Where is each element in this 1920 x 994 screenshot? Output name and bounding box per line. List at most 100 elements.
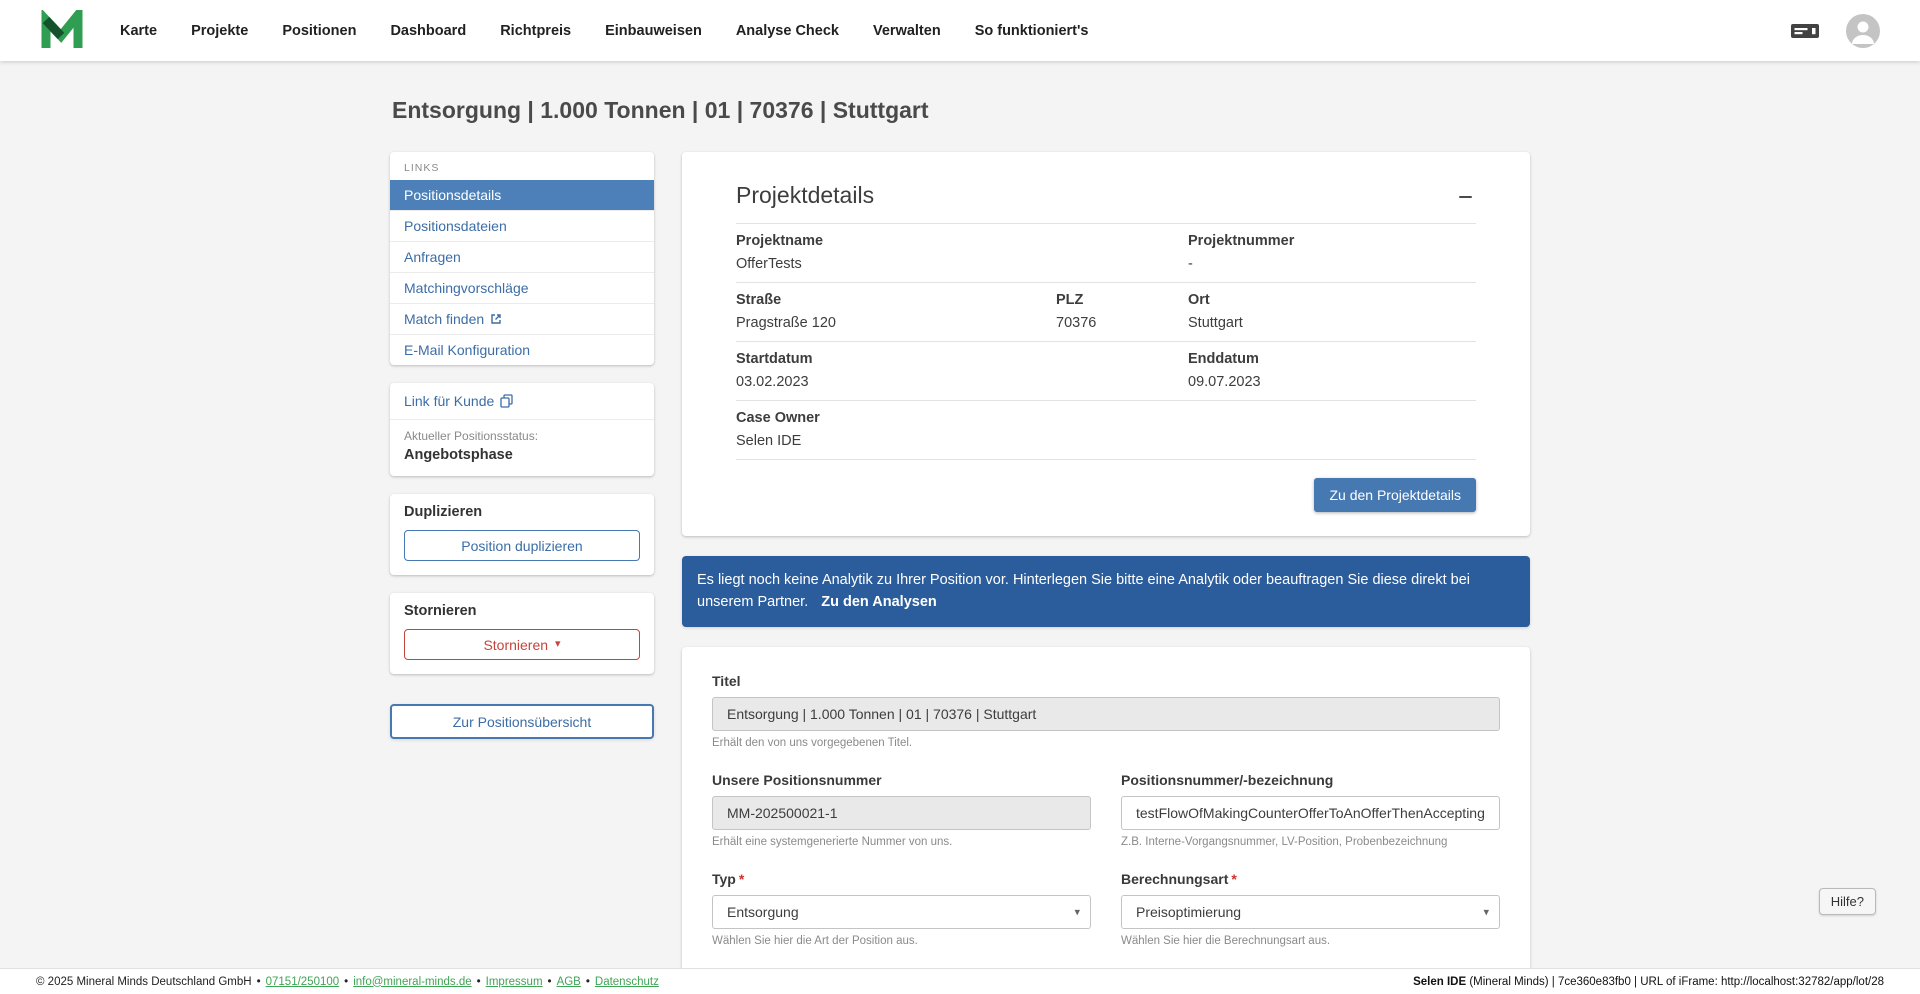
unsere-positionsnummer-label: Unsere Positionsnummer: [712, 771, 882, 788]
typ-select[interactable]: Entsorgung ▾: [712, 894, 1091, 929]
field-label: Startdatum: [736, 351, 813, 367]
nav-item-einbauweisen[interactable]: Einbauweisen: [605, 23, 702, 39]
duplicate-header: Duplizieren: [404, 504, 483, 520]
field-projektname: Projektname OfferTests: [736, 232, 1188, 273]
project-row: Case Owner Selen IDE: [736, 401, 1476, 460]
position-status: Aktueller Positionsstatus: Angebotsphase: [390, 420, 654, 476]
berechnungsart-helper: Wählen Sie hier die Berechnungsart aus.: [1121, 934, 1331, 947]
footer-link-phone[interactable]: 07151/250100: [266, 976, 340, 988]
titel-field: Titel Erhält den von uns vorgegebenen Ti…: [712, 673, 1500, 749]
nav-item-richtpreis[interactable]: Richtpreis: [500, 23, 571, 39]
required-asterisk: *: [1231, 870, 1237, 887]
main-navigation: Karte Projekte Positionen Dashboard Rich…: [120, 23, 1089, 39]
sidebar-item-anfragen[interactable]: Anfragen: [390, 241, 654, 272]
app-logo[interactable]: [40, 9, 84, 52]
position-overview-button[interactable]: Zur Positionsübersicht: [390, 704, 654, 739]
field-label: Projektnummer: [1188, 233, 1295, 249]
titel-label: Titel: [712, 672, 741, 689]
session-info: Selen IDE (Mineral Minds) | 7ce360e83fb0…: [1413, 976, 1884, 988]
session-user: Selen IDE: [1413, 975, 1467, 988]
unsere-positionsnummer-field: Unsere Positionsnummer Erhält eine syste…: [712, 772, 1091, 848]
external-link-icon: [491, 314, 501, 324]
links-header: LINKS: [404, 162, 440, 174]
nav-item-so-funktionierts[interactable]: So funktioniert's: [975, 23, 1089, 39]
field-value: Stuttgart: [1188, 315, 1243, 331]
unsere-positionsnummer-input: [712, 795, 1091, 830]
field-label: Enddatum: [1188, 351, 1259, 367]
sidebar-item-email-konfiguration[interactable]: E-Mail Konfiguration: [390, 334, 654, 365]
project-details-button[interactable]: Zu den Projektdetails: [1314, 478, 1476, 512]
field-value: Selen IDE: [736, 433, 802, 449]
server-icon[interactable]: [1790, 21, 1820, 41]
analytics-info-banner: Es liegt noch keine Analytik zu Ihrer Po…: [682, 556, 1530, 627]
help-button[interactable]: Hilfe?: [1818, 888, 1876, 915]
nav-item-positionen[interactable]: Positionen: [282, 23, 356, 39]
required-asterisk: *: [738, 870, 745, 887]
separator-dot: •: [585, 975, 590, 988]
main-column: Projektdetails Projektname OfferTests Pr…: [682, 152, 1530, 968]
position-status-value: Angebotsphase: [404, 447, 513, 463]
footer-link-impressum[interactable]: Impressum: [486, 976, 543, 988]
duplicate-position-button[interactable]: Position duplizieren: [404, 530, 640, 561]
separator-dot: •: [344, 975, 349, 988]
positionsnummer-field: Positionsnummer/-bezeichnung Z.B. Intern…: [1121, 772, 1500, 848]
sidebar-item-label: Anfragen: [404, 249, 461, 265]
analyses-link[interactable]: Zu den Analysen: [821, 594, 936, 610]
collapse-icon[interactable]: [1454, 186, 1476, 208]
berechnungsart-label-text: Berechnungsart: [1121, 870, 1229, 887]
cancel-header: Stornieren: [404, 603, 477, 619]
nav-item-karte[interactable]: Karte: [120, 23, 157, 39]
typ-select-value: Entsorgung: [727, 903, 799, 920]
sidebar-item-positionsdateien[interactable]: Positionsdateien: [390, 210, 654, 241]
project-details-card: Projektdetails Projektname OfferTests Pr…: [682, 152, 1530, 536]
top-navbar: Karte Projekte Positionen Dashboard Rich…: [0, 0, 1920, 61]
field-ort: Ort Stuttgart: [1188, 291, 1476, 332]
sidebar-item-positionsdetails[interactable]: Positionsdetails: [390, 180, 654, 210]
positionsnummer-label: Positionsnummer/-bezeichnung: [1121, 771, 1334, 788]
berechnungsart-field: Berechnungsart * Preisoptimierung ▾ Wähle…: [1121, 871, 1500, 947]
separator-dot: •: [547, 975, 552, 988]
project-row: Projektname OfferTests Projektnummer -: [736, 223, 1476, 283]
position-status-label: Aktueller Positionsstatus:: [404, 429, 539, 443]
field-case-owner: Case Owner Selen IDE: [736, 409, 1188, 450]
field-value: 03.02.2023: [736, 374, 809, 390]
sidebar-item-matchingvorschlaege[interactable]: Matchingvorschläge: [390, 272, 654, 303]
banner-text: Es liegt noch keine Analytik zu Ihrer Po…: [697, 572, 1470, 611]
sidebar-item-match-finden[interactable]: Match finden: [390, 303, 654, 334]
field-value: Pragstraße 120: [736, 315, 836, 331]
titel-input: [712, 696, 1500, 731]
footer-link-datenschutz[interactable]: Datenschutz: [595, 976, 659, 988]
customer-link[interactable]: Link für Kunde: [390, 383, 654, 419]
sidebar-item-label: Positionsdetails: [404, 187, 502, 203]
navbar-right: [1790, 13, 1880, 48]
customer-status-card: Link für Kunde Aktueller Positionsstatus…: [390, 383, 654, 476]
footer-link-agb[interactable]: AGB: [557, 976, 581, 988]
field-plz: PLZ 70376: [1056, 291, 1188, 332]
separator-dot: •: [256, 975, 261, 988]
project-details-title: Projektdetails: [736, 182, 875, 208]
footer-link-email[interactable]: info@mineral-minds.de: [353, 976, 471, 988]
nav-item-analyse-check[interactable]: Analyse Check: [736, 23, 839, 39]
nav-item-dashboard[interactable]: Dashboard: [390, 23, 466, 39]
nav-item-verwalten[interactable]: Verwalten: [873, 23, 941, 39]
sidebar: LINKS Positionsdetails Positionsdateien …: [390, 152, 654, 968]
positionsnummer-input[interactable]: [1121, 795, 1500, 830]
caret-down-icon: ▾: [1483, 906, 1489, 919]
cancel-button-label: Stornieren: [483, 636, 549, 653]
user-avatar[interactable]: [1846, 13, 1880, 48]
customer-link-label: Link für Kunde: [404, 393, 495, 409]
berechnungsart-select[interactable]: Preisoptimierung ▾: [1121, 894, 1500, 929]
titel-helper: Erhält den von uns vorgegebenen Titel.: [712, 736, 913, 749]
footer-info: © 2025 Mineral Minds Deutschland GmbH • …: [36, 976, 659, 988]
page-content: Entsorgung | 1.000 Tonnen | 01 | 70376 |…: [0, 61, 1920, 968]
field-label: PLZ: [1056, 292, 1084, 308]
mineral-minds-logo-icon: [41, 9, 83, 48]
caret-down-icon: ▾: [555, 638, 561, 650]
field-label: Projektname: [736, 233, 824, 249]
nav-item-projekte[interactable]: Projekte: [191, 23, 248, 39]
field-enddatum: Enddatum 09.07.2023: [1188, 350, 1476, 391]
field-label: Straße: [736, 292, 782, 308]
field-strasse: Straße Pragstraße 120: [736, 291, 1056, 332]
cancel-position-button[interactable]: Stornieren ▾: [404, 629, 640, 660]
caret-down-icon: ▾: [1074, 906, 1080, 919]
